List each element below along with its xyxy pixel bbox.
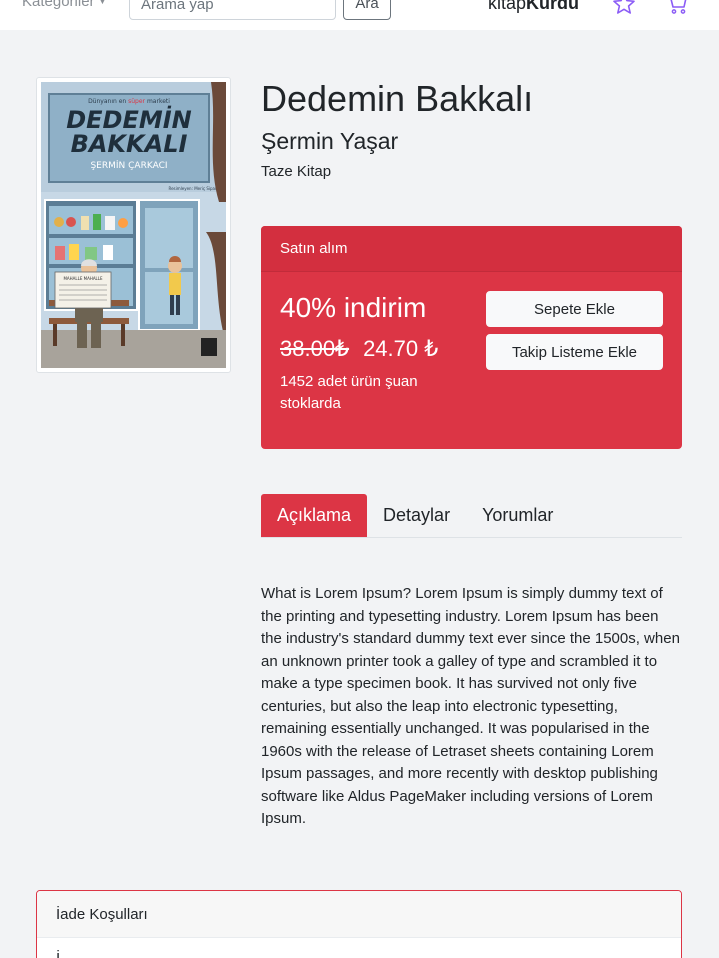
return-policy-header: İade Koşulları bbox=[37, 891, 681, 938]
brand-suffix: Kurdu bbox=[526, 0, 580, 13]
book-cover: Dünyanın en süper marketi DEDEMİN BAKKAL… bbox=[36, 77, 231, 373]
return-policy-card: İade Koşulları İ bbox=[36, 890, 682, 958]
caret-down-icon: ▼ bbox=[98, 0, 107, 6]
return-policy-body: İ bbox=[37, 938, 681, 958]
old-price: 38.00₺ bbox=[280, 336, 350, 361]
book-title: Dedemin Bakkalı bbox=[261, 78, 534, 119]
cover-tagline-em: süper bbox=[128, 98, 145, 105]
tab-details[interactable]: Detaylar bbox=[367, 494, 466, 537]
book-author[interactable]: Şermin Yaşar bbox=[261, 128, 398, 155]
add-to-watchlist-button[interactable]: Takip Listeme Ekle bbox=[486, 334, 663, 370]
categories-label: Kategoriler bbox=[22, 0, 95, 10]
search-button[interactable]: Ara bbox=[343, 0, 391, 20]
book-publisher[interactable]: Taze Kitap bbox=[261, 163, 331, 180]
cover-title-line2: BAKKALI bbox=[71, 130, 188, 158]
cover-author: ŞERMİN ÇARKACI bbox=[90, 160, 167, 171]
top-navbar: Kategoriler ▼ Ara kitapKurdu bbox=[0, 0, 719, 30]
cart-icon[interactable] bbox=[665, 0, 689, 16]
description-text: What is Lorem Ipsum? Lorem Ipsum is simp… bbox=[261, 585, 680, 827]
cover-tagline-pre: Dünyanın en bbox=[88, 98, 126, 105]
svg-text:Dünyanın en süper marketi: Dünyanın en süper marketi bbox=[88, 98, 170, 105]
purchase-card: Satın alım 40% indirim 38.00₺ 24.70 ₺ 14… bbox=[261, 226, 682, 449]
current-price: 24.70 ₺ bbox=[363, 336, 439, 361]
cover-newspaper-text: MAHALLE MAHALLE bbox=[63, 276, 103, 281]
star-icon[interactable] bbox=[612, 0, 636, 16]
book-cover-illustration: Dünyanın en süper marketi DEDEMİN BAKKAL… bbox=[41, 82, 226, 368]
cover-illustrator: Resimleyen: Meriç Sipan bbox=[168, 186, 217, 191]
tab-reviews[interactable]: Yorumlar bbox=[466, 494, 569, 537]
search-input[interactable] bbox=[129, 0, 336, 20]
cover-tagline-post: marketi bbox=[147, 98, 170, 105]
purchase-card-header: Satın alım bbox=[261, 226, 682, 272]
categories-dropdown[interactable]: Kategoriler ▼ bbox=[22, 0, 106, 10]
product-tabs: Açıklama Detaylar Yorumlar bbox=[261, 494, 682, 538]
discount-label: 40% indirim bbox=[280, 292, 427, 323]
stock-info: 1452 adet ürün şuan stoklarda bbox=[280, 373, 418, 412]
tab-description[interactable]: Açıklama bbox=[261, 494, 368, 537]
price-block: 38.00₺ 24.70 ₺ bbox=[280, 336, 438, 362]
brand-logo[interactable]: kitapKurdu bbox=[488, 0, 579, 14]
add-to-cart-button[interactable]: Sepete Ekle bbox=[486, 291, 663, 327]
brand-prefix: kitap bbox=[488, 0, 527, 13]
